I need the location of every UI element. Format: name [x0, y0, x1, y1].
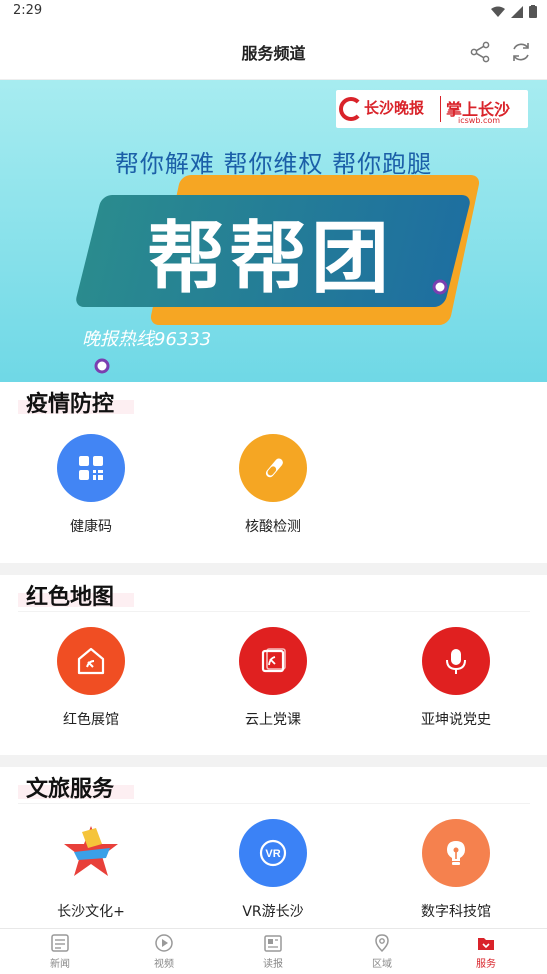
banner-main-text: 帮帮团 — [146, 214, 393, 304]
service-item-label: 亚坤说党史 — [421, 712, 491, 728]
banner[interactable]: 长沙晚报 掌上长沙 icswb.com 帮你解难 帮你维权 帮你跑腿 帮帮团 晚… — [0, 80, 547, 382]
newspaper-icon — [264, 935, 282, 952]
service-item-cloud-party-class[interactable]: 云上党课 — [193, 627, 353, 729]
logo-mark-icon — [339, 97, 363, 121]
vr-icon: VR — [239, 819, 307, 887]
section-title: 红色地图 — [26, 585, 115, 610]
section-gap — [0, 563, 547, 575]
section-gap — [0, 755, 547, 767]
logo-separator — [440, 96, 441, 122]
bottom-nav: 新闻 视频 读报 区域 服务 — [0, 928, 547, 974]
nav-label: 新闻 — [50, 959, 70, 970]
dot-decoration-icon — [94, 358, 110, 374]
service-item-digital-science[interactable]: 数字科技馆 — [376, 819, 536, 921]
party-book-icon — [239, 627, 307, 695]
microphone-icon — [422, 627, 490, 695]
service-item-label: 长沙文化+ — [57, 904, 125, 920]
service-item-health-code[interactable]: 健康码 — [11, 434, 171, 536]
qr-code-icon — [57, 434, 125, 502]
test-tube-icon — [239, 434, 307, 502]
dot-decoration-icon — [432, 279, 448, 295]
nav-item-region[interactable]: 区域 — [352, 933, 412, 970]
lightbulb-icon — [422, 819, 490, 887]
service-item-label: 核酸检测 — [245, 519, 301, 535]
service-item-nucleic-test[interactable]: 核酸检测 — [193, 434, 353, 536]
news-icon — [51, 934, 69, 952]
page-title: 服务频道 — [241, 44, 306, 63]
nav-label: 区域 — [372, 959, 392, 970]
signal-icon — [511, 5, 523, 18]
banner-logo: 长沙晚报 掌上长沙 icswb.com — [336, 90, 528, 128]
service-item-label: 健康码 — [70, 519, 112, 535]
share-icon[interactable] — [468, 40, 492, 64]
banner-logo-url: icswb.com — [458, 116, 501, 125]
nav-item-video[interactable]: 视频 — [134, 933, 194, 970]
status-icons — [491, 5, 537, 18]
culture-star-icon — [57, 819, 125, 887]
service-item-label: 红色展馆 — [63, 712, 119, 728]
service-item-vr-tour[interactable]: VR VR游长沙 — [193, 819, 353, 921]
wifi-icon — [491, 6, 505, 17]
service-item-label: VR游长沙 — [242, 904, 304, 920]
museum-icon — [57, 627, 125, 695]
section-divider — [18, 803, 530, 804]
section-title: 文旅服务 — [26, 777, 115, 802]
nav-label: 视频 — [154, 959, 174, 970]
nav-item-news[interactable]: 新闻 — [30, 933, 90, 970]
section-divider — [18, 611, 530, 612]
section-culture-tourism: 文旅服务 长沙文化+ VR VR游长沙 数字科技馆 — [0, 767, 547, 928]
section-epidemic: 疫情防控 健康码 核酸检测 — [0, 382, 547, 563]
banner-hotline: 晚报热线96333 — [82, 329, 212, 350]
video-icon — [155, 934, 173, 952]
service-icon — [478, 938, 494, 950]
service-item-label: 数字科技馆 — [421, 904, 491, 920]
service-item-label: 云上党课 — [245, 712, 301, 728]
status-time: 2:29 — [13, 3, 43, 18]
status-bar: 2:29 — [0, 0, 547, 24]
service-item-red-museum[interactable]: 红色展馆 — [11, 627, 171, 729]
nav-item-service[interactable]: 服务 — [456, 933, 516, 970]
banner-tagline: 帮你解难 帮你维权 帮你跑腿 — [114, 150, 433, 178]
banner-logo-left: 长沙晚报 — [364, 99, 425, 117]
nav-label: 服务 — [476, 959, 496, 970]
nav-item-newspaper[interactable]: 读报 — [243, 933, 303, 970]
section-title: 疫情防控 — [26, 392, 115, 417]
battery-icon — [529, 5, 537, 18]
refresh-icon[interactable] — [509, 40, 533, 64]
location-icon — [375, 934, 389, 953]
section-red-map: 红色地图 红色展馆 云上党课 亚坤说党史 — [0, 575, 547, 755]
header: 服务频道 — [0, 24, 547, 80]
service-item-party-history[interactable]: 亚坤说党史 — [376, 627, 536, 729]
svg-text:VR: VR — [265, 848, 280, 860]
service-item-changsha-culture[interactable]: 长沙文化+ — [11, 819, 171, 921]
nav-label: 读报 — [263, 959, 283, 970]
